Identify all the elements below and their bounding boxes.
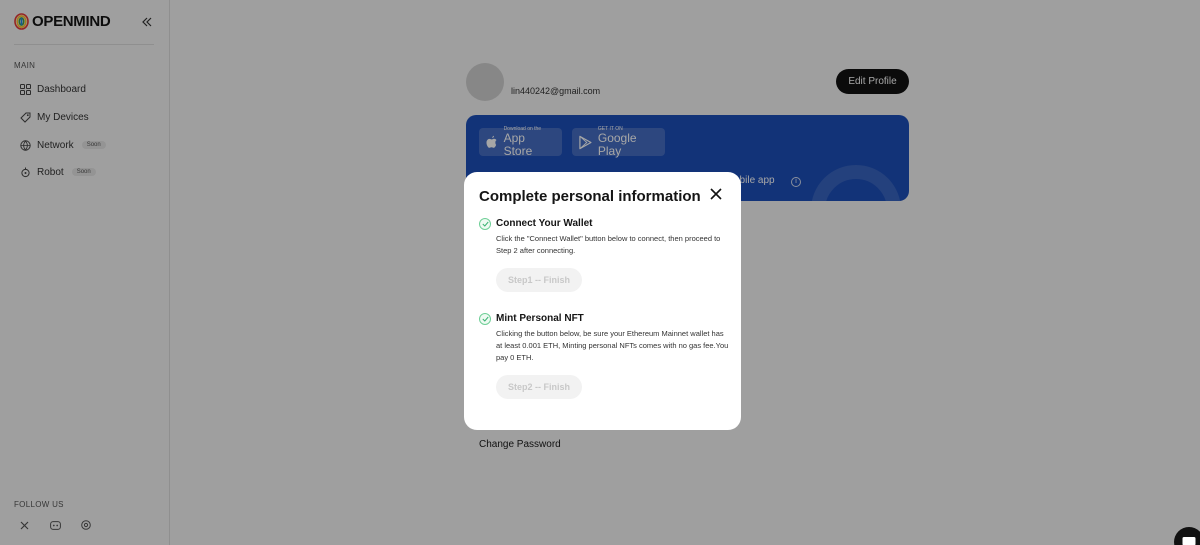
complete-info-modal: Complete personal information Connect Yo… (464, 172, 741, 430)
step-connect-wallet: Connect Your Wallet Click the "Connect W… (479, 218, 729, 298)
step-description: Clicking the button below, be sure your … (496, 329, 729, 362)
modal-title: Complete personal information (479, 188, 701, 205)
step-description: Click the "Connect Wallet" button below … (496, 234, 721, 255)
check-icon (479, 313, 491, 325)
step-title: Mint Personal NFT (496, 313, 584, 324)
step1-finish-button[interactable]: Step1 -- Finish (496, 268, 583, 292)
close-icon[interactable] (710, 187, 724, 201)
step-mint-nft: Mint Personal NFT Clicking the button be… (479, 313, 729, 408)
check-icon (479, 218, 491, 230)
step-title: Connect Your Wallet (496, 218, 593, 229)
step2-finish-button[interactable]: Step2 -- Finish (496, 375, 583, 399)
